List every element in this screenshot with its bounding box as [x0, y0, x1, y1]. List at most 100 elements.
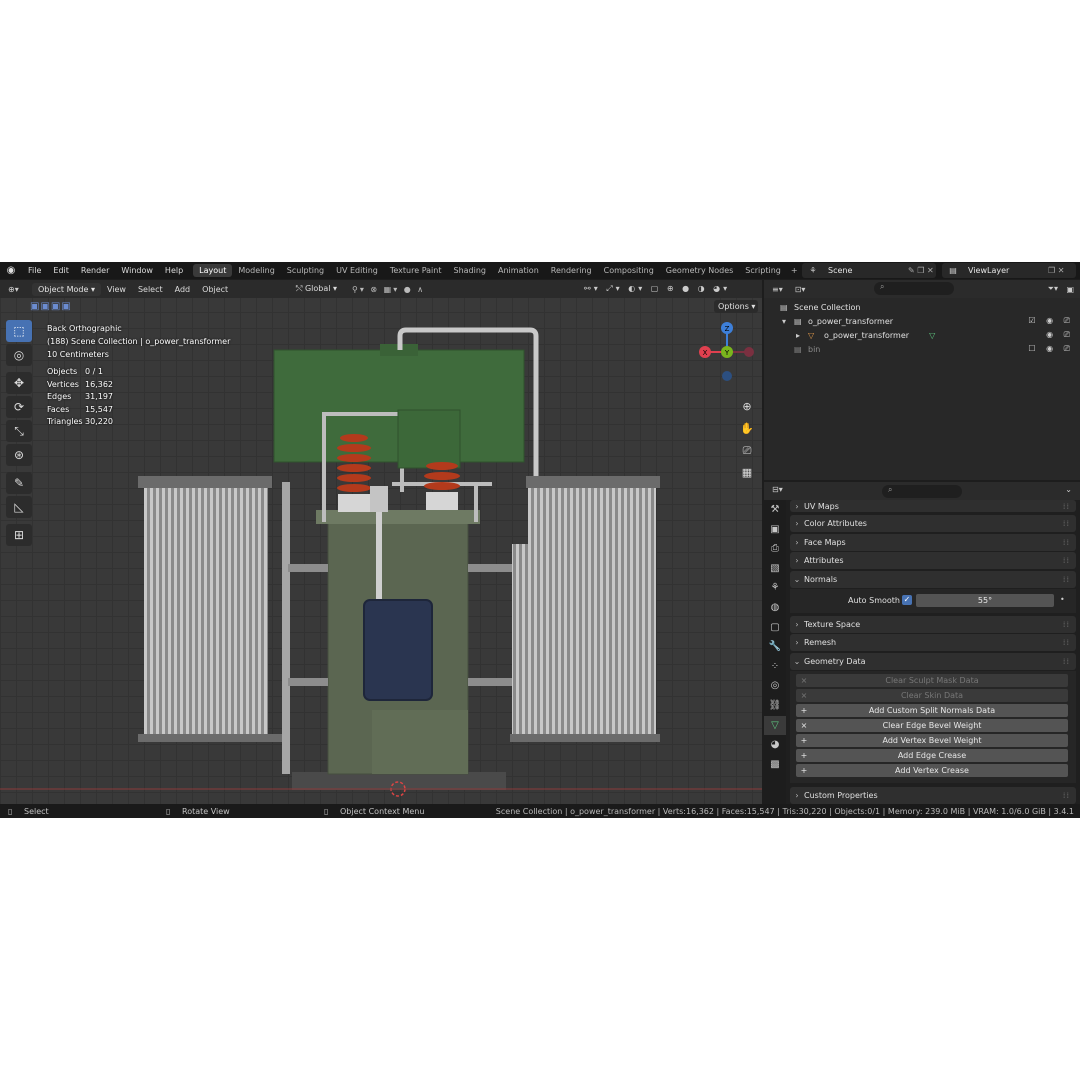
clear-edge-bevel-weight-button[interactable]: × Clear Edge Bevel Weight — [796, 719, 1068, 732]
view-layer-name[interactable]: ViewLayer — [964, 266, 1048, 275]
pan-hand-icon[interactable]: ✋ — [738, 420, 756, 438]
menu-add[interactable]: Add — [169, 285, 197, 294]
outliner-scene-collection[interactable]: ▤ Scene Collection — [764, 300, 1080, 314]
scene-name[interactable]: Scene — [824, 266, 908, 275]
properties-editor[interactable]: ⊟▾ ⌕ ⌄ ⚒ ▣ ⎙ ▧ ⚘ ◍ ▢ 🔧 ⁘ ◎ ⛓ ▽ ◕ ▩ › UV M… — [764, 482, 1080, 804]
tab-modeling[interactable]: Modeling — [232, 264, 280, 277]
drag-handle-icon[interactable]: ⁞⁞ — [1063, 502, 1070, 511]
mesh-data-tab-icon[interactable]: ▽ — [764, 715, 786, 736]
drag-handle-icon[interactable]: ⁞⁞ — [1063, 620, 1070, 629]
move-tool-icon[interactable]: ✥ — [6, 372, 32, 394]
display-mode-icon[interactable]: ⊡▾ — [795, 285, 806, 294]
outliner-collection-row[interactable]: ▾ ▤ o_power_transformer ☑ ◉ ⎚ — [764, 314, 1080, 328]
snapping-icons[interactable]: ⚲▾ ⊗ ▦▾ ● ∧ — [352, 285, 425, 294]
tab-uv-editing[interactable]: UV Editing — [330, 264, 384, 277]
shading-mode-icons[interactable]: ⚯▾ ⤢▾ ◐▾ ▢ ⊕ ● ◑ ◕▾ — [584, 284, 730, 294]
tab-shading[interactable]: Shading — [447, 264, 492, 277]
drag-handle-icon[interactable]: ⁞⁞ — [1063, 538, 1070, 547]
clear-sculpt-mask-button[interactable]: × Clear Sculpt Mask Data — [796, 674, 1068, 687]
grid-view-icon[interactable]: ▦ — [738, 464, 756, 482]
navigation-gizmo[interactable]: Z X Y — [697, 322, 757, 382]
drag-handle-icon[interactable]: ⁞⁞ — [1063, 657, 1070, 666]
outliner-bin-row[interactable]: ▤ bin ☐ ◉ ⎚ — [764, 342, 1080, 356]
drag-handle-icon[interactable]: ⁞⁞ — [1063, 556, 1070, 565]
panel-remesh[interactable]: › Remesh ⁞⁞ — [790, 634, 1076, 651]
menu-window[interactable]: Window — [115, 266, 159, 275]
tab-scripting[interactable]: Scripting — [739, 264, 787, 277]
panel-color-attributes[interactable]: › Color Attributes ⁞⁞ — [790, 515, 1076, 532]
object-visibility-icons[interactable]: ◉ ⎚ — [1046, 330, 1074, 340]
panel-uv-maps[interactable]: › UV Maps ⁞⁞ — [790, 500, 1076, 512]
transform-tool-icon[interactable]: ⊛ — [6, 444, 32, 466]
blender-logo-icon[interactable]: ◉ — [0, 265, 22, 276]
bin-visibility-icons[interactable]: ☐ ◉ ⎚ — [1028, 344, 1074, 354]
outliner-editor-icon[interactable]: ≡▾ — [772, 285, 783, 294]
properties-editor-icon[interactable]: ⊟▾ — [772, 485, 783, 494]
keyframe-dot-icon[interactable]: • — [1060, 595, 1065, 604]
outliner-object-row[interactable]: ▸ ▽ o_power_transformer ▽ ◉ ⎚ — [764, 328, 1080, 342]
auto-smooth-checkbox[interactable]: ✓ — [902, 595, 912, 605]
rotate-tool-icon[interactable]: ⟳ — [6, 396, 32, 418]
output-tab-icon[interactable]: ⎙ — [764, 539, 786, 559]
outliner[interactable]: ≡▾ ⊡▾ ⌕ ⏷▾ ▣ ▤ Scene Collection ▾ ▤ o_po… — [764, 280, 1080, 480]
annotate-tool-icon[interactable]: ✎ — [6, 472, 32, 494]
selection-mode-icons[interactable]: ▣▣▣▣ — [30, 301, 72, 312]
tab-texture-paint[interactable]: Texture Paint — [384, 264, 448, 277]
cursor-tool-icon[interactable]: ◎ — [6, 344, 32, 366]
tab-sculpting[interactable]: Sculpting — [281, 264, 330, 277]
scene-tab-icon[interactable]: ⚘ — [764, 578, 786, 598]
tab-geometry-nodes[interactable]: Geometry Nodes — [660, 264, 739, 277]
panel-face-maps[interactable]: › Face Maps ⁞⁞ — [790, 534, 1076, 551]
options-dropdown[interactable]: Options ▾ — [714, 300, 758, 313]
tab-rendering[interactable]: Rendering — [545, 264, 598, 277]
pin-icon[interactable]: ✎ ❐ ✕ — [908, 266, 936, 275]
outliner-search-input[interactable]: ⌕ — [874, 282, 954, 295]
clear-skin-data-button[interactable]: × Clear Skin Data — [796, 689, 1068, 702]
menu-file[interactable]: File — [22, 266, 47, 275]
object-tab-icon[interactable]: ▢ — [764, 618, 786, 638]
tab-compositing[interactable]: Compositing — [598, 264, 660, 277]
zoom-icon[interactable]: ⊕ — [738, 398, 756, 416]
expand-arrow-icon[interactable]: ▸ — [796, 331, 808, 340]
measure-tool-icon[interactable]: ◺ — [6, 496, 32, 518]
collection-visibility-icons[interactable]: ☑ ◉ ⎚ — [1028, 316, 1074, 326]
menu-view[interactable]: View — [101, 285, 132, 294]
editor-type-icon[interactable]: ⊕▾ — [8, 285, 19, 294]
drag-handle-icon[interactable]: ⁞⁞ — [1063, 791, 1070, 800]
new-collection-icon[interactable]: ▣ — [1066, 285, 1074, 294]
tab-layout[interactable]: Layout — [193, 264, 233, 277]
drag-handle-icon[interactable]: ⁞⁞ — [1063, 638, 1070, 647]
view-layer-selector[interactable]: ▤ ViewLayer ❐ ✕ — [942, 263, 1076, 278]
physics-tab-icon[interactable]: ◎ — [764, 676, 786, 696]
panel-texture-space[interactable]: › Texture Space ⁞⁞ — [790, 616, 1076, 633]
add-custom-split-normals-button[interactable]: + Add Custom Split Normals Data — [796, 704, 1068, 717]
add-edge-crease-button[interactable]: + Add Edge Crease — [796, 749, 1068, 762]
properties-search-input[interactable]: ⌕ — [882, 485, 962, 498]
transform-orientation-dropdown[interactable]: ⤲ Global ▾ — [296, 284, 337, 294]
menu-help[interactable]: Help — [159, 266, 189, 275]
add-vertex-bevel-weight-button[interactable]: + Add Vertex Bevel Weight — [796, 734, 1068, 747]
view-layer-tab-icon[interactable]: ▧ — [764, 559, 786, 579]
tool-tab-icon[interactable]: ⚒ — [764, 500, 786, 520]
scale-tool-icon[interactable]: ⤡ — [6, 420, 32, 442]
render-tab-icon[interactable]: ▣ — [764, 520, 786, 540]
tab-animation[interactable]: Animation — [492, 264, 545, 277]
modifier-tab-icon[interactable]: 🔧 — [764, 637, 786, 657]
texture-tab-icon[interactable]: ▩ — [764, 755, 786, 775]
view-layer-actions-icon[interactable]: ❐ ✕ — [1048, 266, 1076, 275]
add-workspace-icon[interactable]: + — [787, 266, 802, 275]
drag-handle-icon[interactable]: ⁞⁞ — [1063, 519, 1070, 528]
add-vertex-crease-button[interactable]: + Add Vertex Crease — [796, 764, 1068, 777]
constraints-tab-icon[interactable]: ⛓ — [764, 696, 786, 716]
add-cube-tool-icon[interactable]: ⊞ — [6, 524, 32, 546]
drag-handle-icon[interactable]: ⁞⁞ — [1063, 575, 1070, 584]
camera-icon[interactable]: ⎚ — [738, 442, 756, 460]
auto-smooth-angle-field[interactable]: 55° — [916, 594, 1054, 607]
menu-render[interactable]: Render — [75, 266, 115, 275]
filter-icon[interactable]: ⏷▾ — [1048, 284, 1058, 294]
3d-viewport[interactable]: ⊕▾ Object Mode ▾ View Select Add Object … — [0, 280, 762, 804]
material-tab-icon[interactable]: ◕ — [764, 735, 786, 755]
select-box-tool-icon[interactable]: ⬚ — [6, 320, 32, 342]
menu-object[interactable]: Object — [196, 285, 234, 294]
particles-tab-icon[interactable]: ⁘ — [764, 657, 786, 677]
